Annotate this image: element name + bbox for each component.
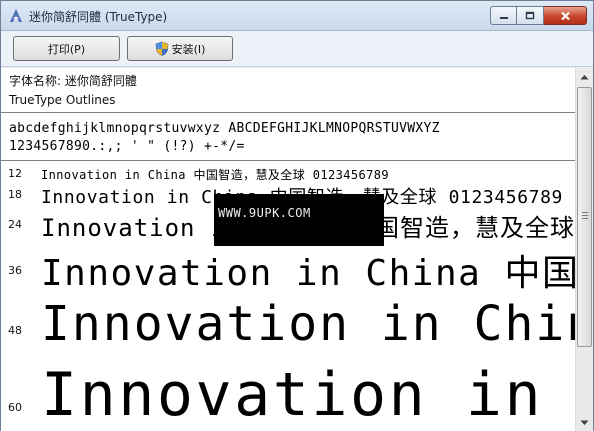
shield-icon <box>155 41 168 56</box>
close-button[interactable] <box>544 6 587 25</box>
sample-text: Innovation in China <box>41 296 575 352</box>
scroll-up-button[interactable] <box>576 68 593 85</box>
close-icon <box>560 11 570 20</box>
font-type-line: TrueType Outlines <box>9 93 116 107</box>
scrollbar-thumb[interactable] <box>577 87 592 347</box>
font-name-line: 字体名称: 迷你简舒同體 <box>9 74 137 88</box>
grip-line <box>582 215 588 216</box>
scroll-down-button[interactable] <box>576 414 593 431</box>
install-button[interactable]: 安装(I) <box>127 36 233 61</box>
size-label: 48 <box>8 324 22 337</box>
watermark-text: WWW.9UPK.COM <box>218 206 311 220</box>
print-button[interactable]: 打印(P) <box>13 36 120 61</box>
chevron-down-icon <box>580 420 589 425</box>
separator <box>1 160 575 161</box>
vertical-scrollbar[interactable] <box>575 68 593 431</box>
font-viewer-window: 迷你简舒同體 (TrueType) 打印(P) 安装(I) 字体名称: 迷你简舒… <box>0 0 594 431</box>
toolbar: 打印(P) 安装(I) <box>1 31 593 67</box>
title-bar[interactable]: 迷你简舒同體 (TrueType) <box>1 1 593 31</box>
separator <box>1 112 575 113</box>
sample-row-60: 60 Innovation in China <box>1 360 575 431</box>
sample-row-36: 36 Innovation in China 中国 <box>1 242 575 296</box>
minimize-icon <box>499 16 508 19</box>
size-label: 60 <box>8 401 22 414</box>
watermark-overlay: WWW.9UPK.COM <box>214 194 384 246</box>
charset-line-digits: 1234567890.:,; ' " (!?) +-*/= <box>9 139 245 154</box>
font-viewer-icon <box>10 9 22 22</box>
caption-buttons <box>490 6 587 25</box>
size-label: 36 <box>8 264 22 277</box>
chevron-up-icon <box>580 74 589 79</box>
grip-line <box>582 212 588 213</box>
grip-line <box>582 218 588 219</box>
maximize-icon <box>525 11 535 20</box>
print-button-label: 打印(P) <box>47 42 86 56</box>
size-label: 18 <box>8 188 22 201</box>
sample-row-48: 48 Innovation in China <box>1 296 575 364</box>
sample-row-12: 12 Innovation in China 中国智造，慧及全球 0123456… <box>1 165 575 183</box>
font-preview-area: 字体名称: 迷你简舒同體 TrueType Outlines abcdefghi… <box>1 68 575 431</box>
size-label: 12 <box>8 167 22 180</box>
sample-text: Innovation in China <box>41 360 575 430</box>
maximize-button[interactable] <box>517 6 544 25</box>
install-button-label: 安装(I) <box>171 42 206 56</box>
charset-line-letters: abcdefghijklmnopqrstuvwxyz ABCDEFGHIJKLM… <box>9 121 440 136</box>
sample-text: Innovation in China 中国 <box>41 253 575 294</box>
size-label: 24 <box>8 218 22 231</box>
minimize-button[interactable] <box>490 6 517 25</box>
window-title: 迷你简舒同體 (TrueType) <box>29 10 168 24</box>
sample-text: Innovation in China 中国智造，慧及全球 0123456789 <box>41 168 389 182</box>
